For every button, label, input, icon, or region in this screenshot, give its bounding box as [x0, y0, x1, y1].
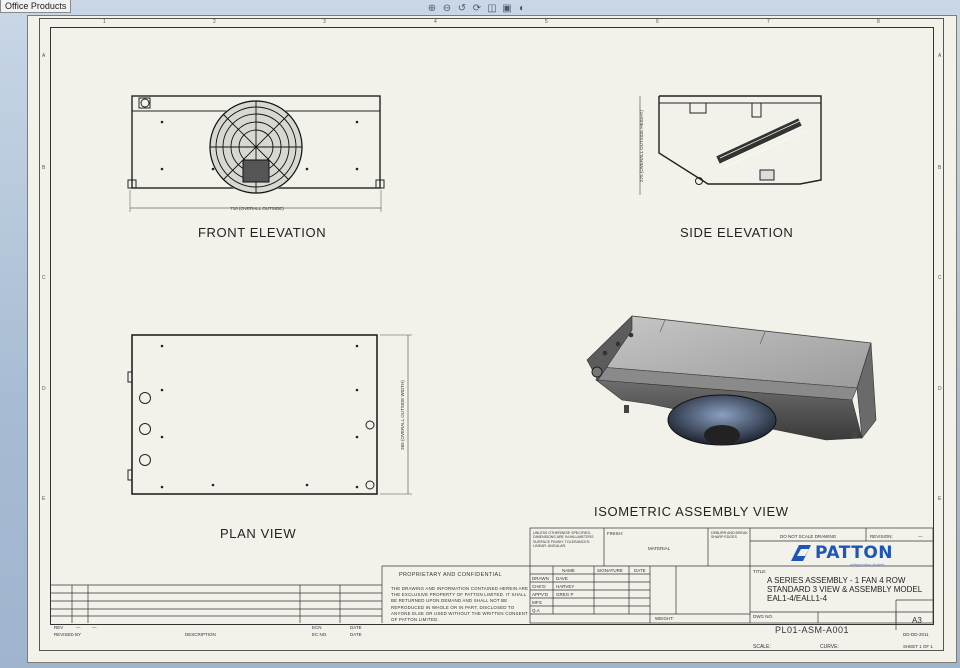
- rev-table-header: DESCRIPTION: [185, 632, 216, 637]
- proprietary-heading: PROPRIETARY AND CONFIDENTIAL: [399, 572, 502, 578]
- curve-label: CURVE:: [820, 644, 839, 650]
- sign-name[interactable]: DAVE: [556, 576, 568, 581]
- sign-table-header: SIGNATURE: [597, 568, 623, 573]
- patton-emblem-icon: [791, 545, 811, 561]
- material-label: MATERIAL: [648, 546, 671, 551]
- sign-table-header: DATE: [634, 568, 646, 573]
- rev-table-cell: DATE: [350, 632, 362, 637]
- sign-role: MFG: [532, 600, 542, 605]
- sign-name[interactable]: HARVEY: [556, 584, 574, 589]
- patton-logo: PATTON: [789, 542, 909, 564]
- rev-table-header: DATE: [350, 625, 362, 630]
- drawing-title[interactable]: A SERIES ASSEMBLY - 1 FAN 4 ROW STANDARD…: [767, 576, 939, 603]
- rev-table-cell: —: [76, 625, 81, 630]
- rev-table-cell: —: [92, 625, 97, 630]
- sheet-number: SHEET 1 OF 1: [903, 644, 933, 649]
- rev-table-header: ECN: [312, 625, 322, 630]
- sign-role: DRAWN: [532, 576, 549, 581]
- rev-table-cell: REVISED BY: [54, 632, 82, 637]
- do-not-scale-note: DO NOT SCALE DRAWING: [780, 534, 837, 539]
- deburr-note: DEBURR AND BREAK SHARP EDGES: [711, 531, 748, 540]
- sign-table-header: NAME: [562, 568, 576, 573]
- sign-role: APPV'D: [532, 592, 549, 597]
- finish-label: FINISH:: [607, 531, 624, 536]
- drawing-date[interactable]: DD-DD-2011: [903, 632, 929, 637]
- patton-wordmark: PATTON: [815, 543, 893, 563]
- dwg-no-label: DWG NO.: [753, 614, 774, 619]
- sign-role: Q.A: [532, 608, 540, 613]
- sign-name[interactable]: GREG P: [556, 592, 574, 597]
- title-label: TITLE:: [753, 569, 767, 574]
- revision-value[interactable]: —: [918, 534, 923, 539]
- rev-table-header: REV: [54, 625, 64, 630]
- drawing-title-line: A SERIES ASSEMBLY - 1 FAN 4 ROW: [767, 576, 906, 585]
- patton-tagline: refrigeration limited: [850, 562, 885, 567]
- sheet-size[interactable]: A3: [912, 616, 922, 625]
- sign-role: CHK'D: [532, 584, 546, 589]
- weight-label: WEIGHT:: [655, 616, 674, 621]
- title-block: [50, 527, 934, 630]
- proprietary-text: THE DRAWING AND INFORMATION CONTAINED HE…: [391, 586, 529, 623]
- drawing-title-line: STANDARD 3 VIEW & ASSEMBLY MODEL: [767, 585, 923, 594]
- revision-label: REVISION:: [870, 534, 893, 539]
- rev-table-cell: EC NO.: [312, 632, 328, 637]
- general-notes: UNLESS OTHERWISE SPECIFIED: DIMENSIONS A…: [533, 531, 594, 549]
- drawing-title-line: EAL1-4/EALL1-4: [767, 594, 828, 603]
- scale-label: SCALE:: [753, 644, 771, 650]
- dwg-number[interactable]: PL01-ASM-A001: [775, 625, 849, 635]
